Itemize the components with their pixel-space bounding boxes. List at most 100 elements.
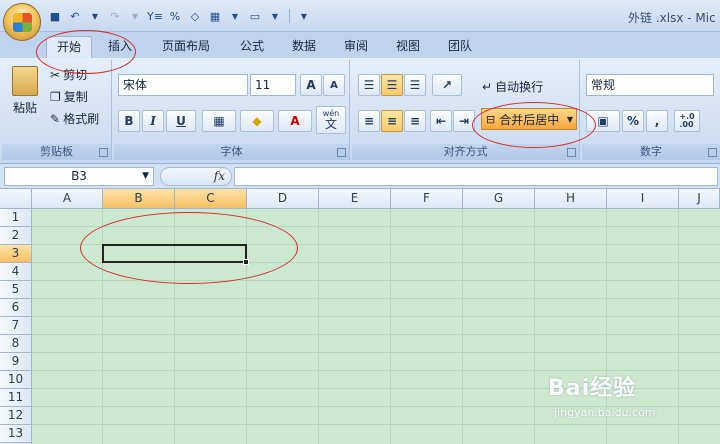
office-button[interactable] <box>3 3 41 41</box>
row-header-3[interactable]: 3 <box>0 245 32 263</box>
grow-font-button[interactable]: A <box>300 74 322 96</box>
tab-review[interactable]: 审阅 <box>334 36 378 58</box>
align-left-icon: ≡ <box>363 114 375 128</box>
font-color-button[interactable]: A <box>278 110 312 132</box>
row-header-5[interactable]: 5 <box>0 281 32 299</box>
percent-style-icon[interactable]: % <box>166 7 184 25</box>
align-left-button[interactable]: ≡ <box>358 110 380 132</box>
undo-icon[interactable]: ↶ <box>66 7 84 25</box>
column-header-i[interactable]: I <box>607 189 679 209</box>
row-header-13[interactable]: 13 <box>0 425 32 443</box>
italic-button[interactable]: I <box>142 110 164 132</box>
align-bottom-button[interactable]: ☰ <box>404 74 426 96</box>
title-bar: ■ ↶ ▼ ↷ ▼ Y≡ % ◇ ▦ ▼ ▭ ▼ ▼ 外链 .xlsx - Mi… <box>0 0 720 32</box>
column-header-j[interactable]: J <box>679 189 720 209</box>
column-header-e[interactable]: E <box>319 189 391 209</box>
dialog-launcher-icon[interactable] <box>99 148 108 157</box>
wrap-text-button[interactable]: ↵ 自动换行 <box>482 78 543 95</box>
font-size-select[interactable]: 11 <box>250 74 296 96</box>
decrease-indent-icon: ⇤ <box>435 114 447 128</box>
select-all-corner[interactable] <box>0 189 32 209</box>
dropdown-icon[interactable]: ▼ <box>266 7 284 25</box>
row-header-12[interactable]: 12 <box>0 407 32 425</box>
copy-button[interactable]: ❐ 复制 <box>50 88 88 105</box>
column-header-b[interactable]: B <box>103 189 175 209</box>
filter-icon[interactable]: Y≡ <box>146 7 164 25</box>
dialog-launcher-icon[interactable] <box>567 148 576 157</box>
format-painter-label: 格式刷 <box>63 112 100 126</box>
increase-decimal-button[interactable]: +.0 .00 <box>674 110 700 132</box>
tab-insert[interactable]: 插入 <box>98 36 142 58</box>
tab-page-layout[interactable]: 页面布局 <box>150 36 222 58</box>
column-header-c[interactable]: C <box>175 189 247 209</box>
percent-style-button[interactable]: % <box>622 110 644 132</box>
brush-icon: ✎ <box>50 111 61 126</box>
number-group-label: 数字 <box>582 144 720 160</box>
orientation-button[interactable]: ↗ <box>432 74 462 96</box>
column-header-g[interactable]: G <box>463 189 535 209</box>
cut-button[interactable]: ✂ 剪切 <box>50 66 87 83</box>
bold-button[interactable]: B <box>118 110 140 132</box>
paste-button[interactable]: 粘贴 <box>8 66 42 116</box>
row-header-11[interactable]: 11 <box>0 389 32 407</box>
tab-data[interactable]: 数据 <box>282 36 326 58</box>
clipboard-group: 粘贴 ✂ 剪切 ❐ 复制 ✎ 格式刷 剪贴板 <box>2 60 112 160</box>
align-top-button[interactable]: ☰ <box>358 74 380 96</box>
gridline <box>32 280 720 281</box>
watermark-url: jingyan.baidu.com <box>554 406 656 419</box>
align-center-button[interactable]: ≡ <box>381 110 403 132</box>
watermark: Bai经验 jingyan.baidu.com <box>548 370 718 442</box>
formula-input[interactable] <box>234 167 718 186</box>
eraser-icon[interactable]: ◇ <box>186 7 204 25</box>
redo-icon[interactable]: ↷ <box>106 7 124 25</box>
tab-home[interactable]: 开始 <box>46 36 92 58</box>
row-header-8[interactable]: 8 <box>0 335 32 353</box>
borders-button[interactable]: ▦ <box>202 110 236 132</box>
align-middle-button[interactable]: ☰ <box>381 74 403 96</box>
fill-handle[interactable] <box>243 259 249 265</box>
dropdown-icon[interactable]: ▼ <box>86 7 104 25</box>
row-header-9[interactable]: 9 <box>0 353 32 371</box>
dialog-launcher-icon[interactable] <box>708 148 717 157</box>
increase-indent-button[interactable]: ⇥ <box>453 110 475 132</box>
column-header-a[interactable]: A <box>32 189 103 209</box>
column-header-f[interactable]: F <box>391 189 463 209</box>
fill-bucket-icon: ◆ <box>252 114 262 128</box>
name-box[interactable]: B3 ▼ <box>4 167 154 186</box>
tab-formulas[interactable]: 公式 <box>230 36 274 58</box>
chevron-down-icon[interactable]: ▼ <box>567 115 573 124</box>
column-header-d[interactable]: D <box>247 189 319 209</box>
dropdown-icon[interactable]: ▼ <box>226 7 244 25</box>
dialog-launcher-icon[interactable] <box>337 148 346 157</box>
dropdown-icon[interactable]: ▼ <box>126 7 144 25</box>
comma-style-button[interactable]: , <box>646 110 668 132</box>
row-header-4[interactable]: 4 <box>0 263 32 281</box>
underline-button[interactable]: U <box>166 110 196 132</box>
function-icon[interactable]: fx <box>214 169 225 183</box>
row-header-1[interactable]: 1 <box>0 209 32 227</box>
text-box-icon[interactable]: ▭ <box>246 7 264 25</box>
customize-qat-icon[interactable]: ▼ <box>295 7 313 25</box>
row-header-6[interactable]: 6 <box>0 299 32 317</box>
save-icon[interactable]: ■ <box>46 7 64 25</box>
fill-color-button[interactable]: ◆ <box>240 110 274 132</box>
row-header-10[interactable]: 10 <box>0 371 32 389</box>
row-header-2[interactable]: 2 <box>0 227 32 245</box>
number-format-select[interactable]: 常规 <box>586 74 714 96</box>
shrink-font-button[interactable]: A <box>323 74 345 96</box>
format-painter-button[interactable]: ✎ 格式刷 <box>50 110 99 127</box>
tab-team[interactable]: 团队 <box>438 36 482 58</box>
font-name-select[interactable]: 宋体 <box>118 74 248 96</box>
merge-center-button[interactable]: ⊟ 合并后居中 ▼ <box>481 108 577 130</box>
accounting-format-button[interactable]: ▣ <box>586 110 620 132</box>
cell-selection-b3-c3[interactable] <box>102 244 247 263</box>
align-right-button[interactable]: ≡ <box>404 110 426 132</box>
row-header-7[interactable]: 7 <box>0 317 32 335</box>
chevron-down-icon[interactable]: ▼ <box>142 168 149 185</box>
table-icon[interactable]: ▦ <box>206 7 224 25</box>
column-header-h[interactable]: H <box>535 189 607 209</box>
tab-view[interactable]: 视图 <box>386 36 430 58</box>
phonetic-button[interactable]: wén 文 <box>316 106 346 134</box>
orientation-icon: ↗ <box>441 78 453 92</box>
decrease-indent-button[interactable]: ⇤ <box>430 110 452 132</box>
